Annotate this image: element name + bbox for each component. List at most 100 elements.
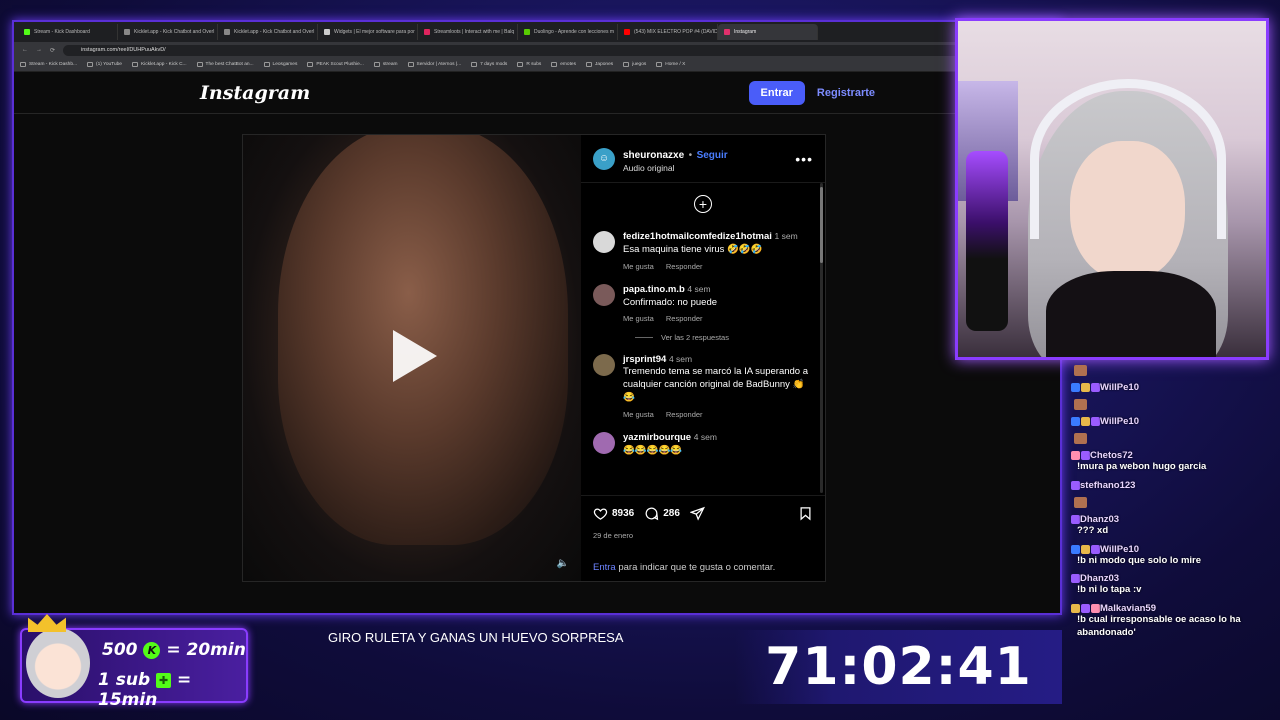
bookmark-item[interactable]: Home / X [656,62,685,67]
comment-like-button[interactable]: Me gusta [623,314,654,324]
more-options-icon[interactable]: ••• [795,151,813,167]
add-icon[interactable]: + [694,195,712,213]
comment-avatar[interactable] [593,353,615,376]
comment-reply-button[interactable]: Responder [666,314,703,324]
browser-tab[interactable]: Stream - Kick Dashboard [18,24,118,40]
comment-username[interactable]: jrsprint94 [623,354,666,365]
tab-label: Stream - Kick Dashboard [34,29,90,35]
avatar[interactable]: ☺ [593,147,615,170]
badge-icon [1071,382,1080,392]
tab-label: Duolingo - Aprende con lecciones m [534,29,615,35]
browser-tab[interactable]: Streamloots | Interact with me | Balq [418,24,518,40]
browser-tab[interactable]: Duolingo - Aprende con lecciones m [518,24,618,40]
bookmark-item[interactable]: R subs [517,62,541,67]
url-field[interactable]: instagram.com/reel/DUHPuuAkvD/ [63,44,1024,56]
chat-username[interactable]: Malkavian59 [1100,603,1156,614]
chat-badges [1071,574,1080,584]
bookmark-item[interactable]: emotes [551,62,576,67]
login-button[interactable]: Entrar [748,80,805,105]
chat-message: WillPe10 [1068,416,1280,427]
follow-button[interactable]: Seguir [697,150,728,161]
comment-reply-button[interactable]: Responder [666,410,703,420]
browser-tab[interactable]: Kicklet.app - Kick Chatbot and Overl [118,24,218,40]
comments-count: 286 [663,508,680,519]
bookmark-item[interactable]: stream [373,62,398,67]
comment-reply-button[interactable]: Responder [666,262,703,272]
post-username[interactable]: sheuronazxe [623,150,684,161]
login-link[interactable]: Entra [593,562,616,573]
chat-text: !mura pa webon hugo garcia [1077,461,1207,472]
chat-username[interactable]: Dhanz03 [1080,573,1119,584]
post-header: ☺ sheuronazxe • Seguir Audio original ••… [581,135,825,183]
comments-scrollbar[interactable] [820,183,823,493]
chat-message: stefhano123 [1068,480,1280,491]
badge-icon [1071,416,1080,426]
chat-message: WillPe10 [1068,382,1280,393]
bookmark-icon [623,62,630,67]
chat-sticker [1074,399,1087,410]
ticker-text: GIRO RULETA Y GANAS UN HUEVO SORPRESA [328,630,624,645]
comment-username[interactable]: papa.tino.m.b [623,284,685,295]
reel-video[interactable]: 🔈 [243,135,581,581]
instagram-logo[interactable]: Instagram [200,82,310,104]
bookmark-label: PEAK Scout Plushie... [316,62,364,67]
bookmark-item[interactable]: PEAK Scout Plushie... [307,62,364,67]
audio-label[interactable]: Audio original [623,163,728,173]
comment-username[interactable]: yazmirbourque [623,432,691,443]
bookmark-label: Leosgames [272,62,298,67]
forward-icon[interactable]: → [36,47,42,53]
bookmark-icon [263,62,270,67]
chat-text: !b cual irresponsable oe acaso lo ha aba… [1077,614,1241,639]
chat-username[interactable]: WillPe10 [1100,544,1139,555]
reload-icon[interactable]: ⟳ [50,47,55,54]
reel-post: 🔈 ☺ sheuronazxe • Seguir Audio original … [242,134,826,582]
play-icon[interactable] [393,330,437,382]
comment-like-button[interactable]: Me gusta [623,410,654,420]
bookmark-item[interactable]: Leosgames [263,62,298,67]
heart-icon[interactable] [593,506,608,521]
bookmark-item[interactable]: Servidor | Aternos |... [407,62,461,67]
bookmark-item[interactable]: The best ChatBot an... [196,62,254,67]
chat-username[interactable]: WillPe10 [1100,416,1139,427]
bookmark-item[interactable]: 7 days mods [471,62,507,67]
comment-icon[interactable] [644,506,659,521]
chat-username[interactable]: stefhano123 [1080,480,1135,491]
promo-line-kicks: 500 K = 20min [102,640,246,660]
share-icon[interactable] [689,506,705,521]
comment-avatar[interactable] [593,283,615,306]
comment-time: 4 sem [693,431,717,442]
view-replies-label: Ver las 2 respuestas [661,332,729,342]
bookmark-icon [373,62,380,67]
browser-tab[interactable]: (543) MIX ELECTRO POP #4 (DAVID [618,24,718,40]
comment-avatar[interactable] [593,231,615,253]
bookmark-icon [471,62,478,67]
badge-icon [1071,450,1080,460]
bookmark-item[interactable]: (1) YouTube [86,62,122,67]
bookmark-icon[interactable] [798,506,813,521]
browser-tab[interactable]: Widgets | El mejor software para por [318,24,418,40]
back-icon[interactable]: ← [22,47,28,53]
bookmark-item[interactable]: Kicklet.app - Kick C... [131,62,187,67]
bookmark-label: Stream - Kick Dashb... [29,62,77,67]
chat-username[interactable]: Dhanz03 [1080,514,1119,525]
webcam-feed [955,18,1269,360]
chat-message: Dhanz03??? xd [1068,514,1280,538]
bookmark-icon [196,62,203,67]
browser-tab[interactable]: Instagram [718,24,818,40]
comment-username[interactable]: fedize1hotmailcomfedize1hotmai [623,231,772,242]
bookmark-icon [551,62,558,67]
chat-sticker [1074,433,1087,444]
browser-tab[interactable]: Kicklet.app - Kick Chatbot and Overl [218,24,318,40]
comment-like-button[interactable]: Me gusta [623,262,654,272]
view-replies-button[interactable]: Ver las 2 respuestas [635,333,813,342]
register-link[interactable]: Registrarte [817,87,875,99]
chat-username[interactable]: WillPe10 [1100,382,1139,393]
bookmark-item[interactable]: juegos [623,62,646,67]
bookmark-item[interactable]: Japones [586,62,613,67]
chat-username[interactable]: Chetos72 [1090,450,1133,461]
comment-avatar[interactable] [593,431,615,454]
audio-icon[interactable]: 🔈 [557,558,569,569]
bookmark-item[interactable]: Stream - Kick Dashb... [20,62,77,67]
headset [1030,79,1226,239]
comment-item: yazmirbourque 4 sem 😂😂😂😂😂 [593,431,813,458]
